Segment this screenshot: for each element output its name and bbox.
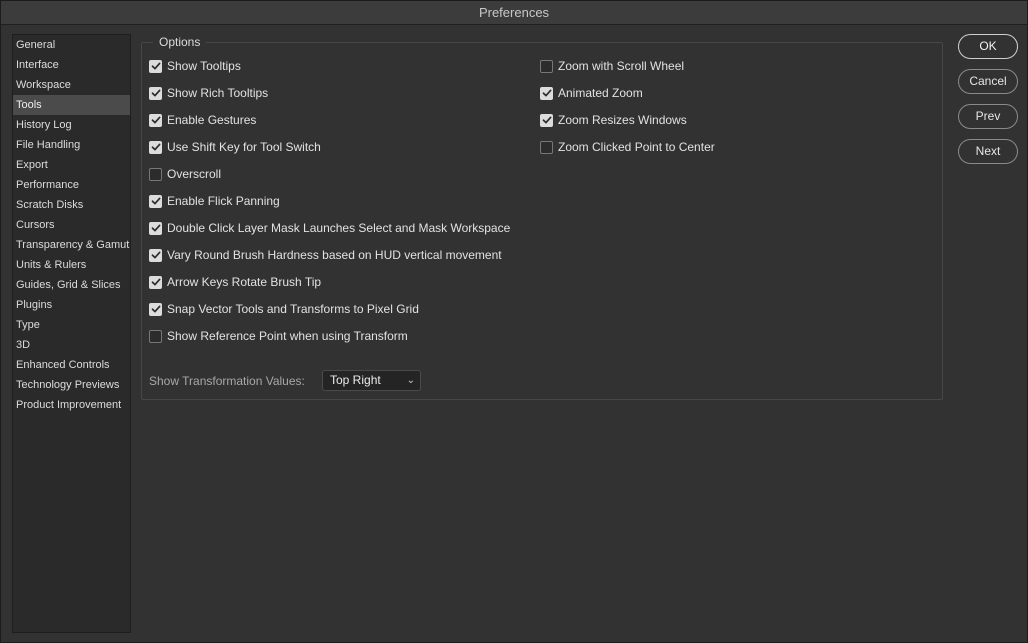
checkbox[interactable]	[149, 194, 162, 208]
checkmark-icon	[151, 251, 160, 259]
option-label: Zoom Clicked Point to Center	[558, 140, 715, 154]
checkbox[interactable]	[540, 59, 553, 73]
chevron-down-icon: ⌄	[406, 375, 415, 386]
checkmark-icon	[151, 143, 160, 151]
checkbox[interactable]	[540, 113, 553, 127]
option-label: Enable Gestures	[167, 113, 257, 127]
window-title: Preferences	[1, 1, 1027, 25]
checkbox[interactable]	[149, 59, 162, 73]
option-arrow-keys-rotate-brush-tip[interactable]: Arrow Keys Rotate Brush Tip	[149, 273, 321, 291]
sidebar-item-file-handling[interactable]: File Handling	[13, 135, 130, 155]
option-label: Overscroll	[167, 167, 222, 181]
sidebar-item-transparency-gamut[interactable]: Transparency & Gamut	[13, 235, 130, 255]
sidebar-item-workspace[interactable]: Workspace	[13, 75, 130, 95]
sidebar-item-enhanced-controls[interactable]: Enhanced Controls	[13, 355, 130, 375]
option-show-tooltips[interactable]: Show Tooltips	[149, 57, 241, 75]
checkmark-icon	[151, 62, 160, 70]
sidebar-item-history-log[interactable]: History Log	[13, 115, 130, 135]
sidebar-item-plugins[interactable]: Plugins	[13, 295, 130, 315]
checkmark-icon	[151, 305, 160, 313]
checkmark-icon	[151, 116, 160, 124]
option-double-click-layer-mask-launches-select-and-mask-workspace[interactable]: Double Click Layer Mask Launches Select …	[149, 219, 510, 237]
preferences-dialog: Preferences General Interface Workspace Too…	[0, 0, 1028, 643]
option-snap-vector-tools-and-transforms-to-pixel-grid[interactable]: Snap Vector Tools and Transforms to Pixe…	[149, 300, 419, 318]
sidebar-item-3d[interactable]: 3D	[13, 335, 130, 355]
checkbox[interactable]	[149, 221, 162, 235]
transformation-values-label: Show Transformation Values:	[149, 374, 305, 388]
option-label: Snap Vector Tools and Transforms to Pixe…	[167, 302, 419, 316]
sidebar-item-export[interactable]: Export	[13, 155, 130, 175]
checkmark-icon	[151, 89, 160, 97]
sidebar-item-technology-previews[interactable]: Technology Previews	[13, 375, 130, 395]
prev-button[interactable]: Prev	[958, 104, 1018, 129]
option-zoom-resizes-windows[interactable]: Zoom Resizes Windows	[540, 111, 687, 129]
option-label: Zoom Resizes Windows	[558, 113, 687, 127]
checkbox[interactable]	[540, 86, 553, 100]
transformation-values-select[interactable]: Top Right ⌄	[322, 370, 421, 391]
checkbox[interactable]	[540, 140, 553, 154]
checkbox[interactable]	[149, 140, 162, 154]
sidebar-item-product-improvement[interactable]: Product Improvement	[13, 395, 130, 415]
sidebar-item-performance[interactable]: Performance	[13, 175, 130, 195]
sidebar-item-type[interactable]: Type	[13, 315, 130, 335]
sidebar-list: General Interface Workspace Tools History Lo…	[13, 35, 130, 415]
option-label: Arrow Keys Rotate Brush Tip	[167, 275, 322, 289]
option-label: Double Click Layer Mask Launches Select …	[167, 221, 511, 235]
option-use-shift-key-for-tool-switch[interactable]: Use Shift Key for Tool Switch	[149, 138, 321, 156]
checkmark-icon	[542, 116, 551, 124]
option-label: Zoom with Scroll Wheel	[558, 59, 685, 73]
checkmark-icon	[151, 224, 160, 232]
option-animated-zoom[interactable]: Animated Zoom	[540, 84, 643, 102]
option-show-reference-point-when-using-transform[interactable]: Show Reference Point when using Transfor…	[149, 327, 408, 345]
next-button[interactable]: Next	[958, 139, 1018, 164]
sidebar-item-general[interactable]: General	[13, 35, 130, 55]
option-label: Vary Round Brush Hardness based on HUD v…	[167, 248, 502, 262]
checkmark-icon	[542, 89, 551, 97]
sidebar-item-units-rulers[interactable]: Units & Rulers	[13, 255, 130, 275]
sidebar: General Interface Workspace Tools History Lo…	[12, 34, 131, 633]
options-group-title: Options	[153, 34, 207, 50]
checkbox[interactable]	[149, 86, 162, 100]
checkmark-icon	[151, 278, 160, 286]
sidebar-item-tools[interactable]: Tools	[13, 95, 130, 115]
option-label: Show Tooltips	[167, 59, 241, 73]
sidebar-item-cursors[interactable]: Cursors	[13, 215, 130, 235]
option-overscroll[interactable]: Overscroll	[149, 165, 221, 183]
option-label: Show Rich Tooltips	[167, 86, 269, 100]
ok-button[interactable]: OK	[958, 34, 1018, 59]
checkbox[interactable]	[149, 302, 162, 316]
cancel-button[interactable]: Cancel	[958, 69, 1018, 94]
sidebar-item-guides-grid-slices[interactable]: Guides, Grid & Slices	[13, 275, 130, 295]
option-vary-round-brush-hardness-based-on-hud-vertical-movement[interactable]: Vary Round Brush Hardness based on HUD v…	[149, 246, 502, 264]
sidebar-item-interface[interactable]: Interface	[13, 55, 130, 75]
option-enable-gestures[interactable]: Enable Gestures	[149, 111, 256, 129]
option-enable-flick-panning[interactable]: Enable Flick Panning	[149, 192, 280, 210]
option-label: Show Reference Point when using Transfor…	[167, 329, 408, 343]
checkbox[interactable]	[149, 275, 162, 289]
option-label: Use Shift Key for Tool Switch	[167, 140, 321, 154]
checkbox[interactable]	[149, 167, 162, 181]
transformation-values-selected: Top Right	[330, 373, 381, 387]
checkbox[interactable]	[149, 329, 162, 343]
option-label: Animated Zoom	[558, 86, 643, 100]
option-label: Enable Flick Panning	[167, 194, 280, 208]
checkbox[interactable]	[149, 248, 162, 262]
checkbox[interactable]	[149, 113, 162, 127]
checkmark-icon	[151, 197, 160, 205]
option-zoom-with-scroll-wheel[interactable]: Zoom with Scroll Wheel	[540, 57, 684, 75]
option-zoom-clicked-point-to-center[interactable]: Zoom Clicked Point to Center	[540, 138, 715, 156]
option-show-rich-tooltips[interactable]: Show Rich Tooltips	[149, 84, 268, 102]
sidebar-item-scratch-disks[interactable]: Scratch Disks	[13, 195, 130, 215]
